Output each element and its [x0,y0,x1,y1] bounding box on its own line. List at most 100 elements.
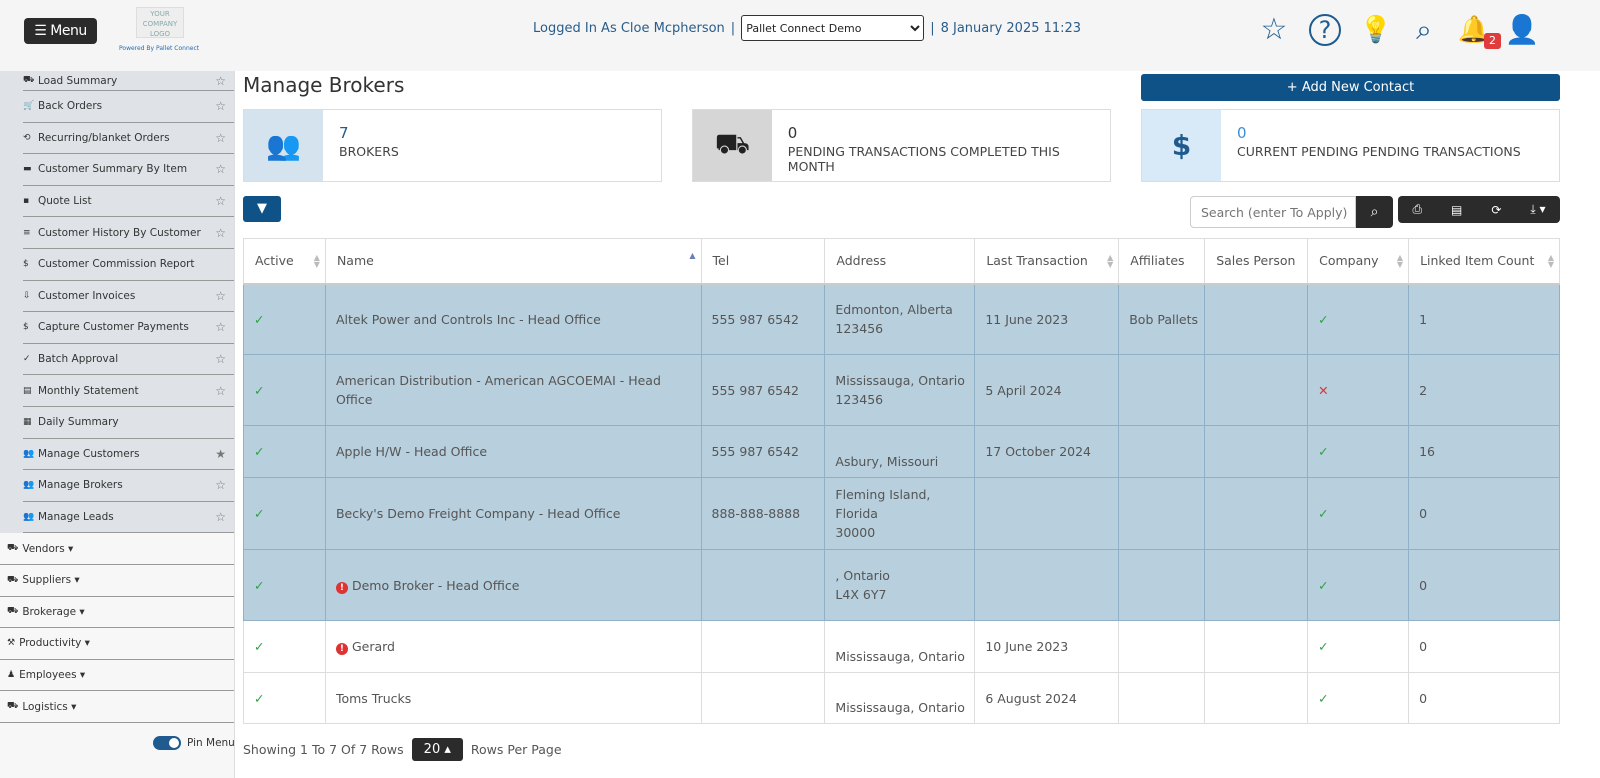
column-header-linked-item-count[interactable]: Linked Item Count ▲ ▼ [1408,238,1560,285]
name-cell[interactable]: Becky's Demo Freight Company - Head Offi… [324,477,702,550]
sidebar-item-manage-customers[interactable]: 👥 Manage Customers ★ [23,439,234,471]
card-label: PENDING TRANSACTIONS COMPLETED THIS MONT… [787,144,1060,174]
name-value[interactable]: Toms Trucks [336,691,411,706]
sidebar-group-logistics[interactable]: ⛟ Logistics ▾ [0,691,234,723]
favorite-star-icon[interactable]: ☆ [215,352,226,366]
name-cell[interactable]: ! Demo Broker - Head Office [324,549,702,621]
name-value[interactable]: American Distribution - American AGCOEMA… [336,373,661,407]
sidebar-group-employees[interactable]: ♟ Employees ▾ [0,659,234,692]
sort-icon[interactable]: ▲ ▼ [1548,254,1554,269]
favorite-star-icon[interactable]: ☆ [215,320,226,334]
table-row[interactable]: ✓ Apple H/W - Head Office 555 987 6542 Asb… [243,425,1560,478]
column-header-name[interactable]: Name ▲ [324,238,702,285]
column-header-affiliates[interactable]: Affiliates [1118,238,1206,285]
favorite-star-icon[interactable]: ☆ [215,74,226,88]
company-cell-value: ✓ [1318,506,1329,521]
table-row[interactable]: ✓! Demo Broker - Head Office , Ontario L4X … [243,549,1560,621]
rows-per-page-select[interactable]: 20 ▴ [411,738,463,761]
sidebar-group-brokerage[interactable]: ⛟ Brokerage ▾ [0,596,234,629]
sidebar-group-label: Suppliers ▾ [22,574,80,587]
sidebar-group-vendors[interactable]: ⛟ Vendors ▾ [0,533,234,565]
sidebar-item-manage-leads[interactable]: 👥 Manage Leads ☆ [23,502,234,534]
sidebar-item-manage-brokers[interactable]: 👥 Manage Brokers ☆ [23,470,234,502]
sidebar-item-back-orders[interactable]: 🛒 Back Orders ☆ [23,91,234,123]
search-input[interactable] [1190,196,1356,228]
address-line-1: , Ontario [835,568,890,583]
name-cell[interactable]: ! Gerard [324,620,702,673]
export-icon[interactable]: ⤓ ▾ [1530,202,1545,217]
sidebar-item-customer-invoices[interactable]: ⇩ Customer Invoices ☆ [23,281,234,313]
name-value[interactable]: Demo Broker - Head Office [352,578,519,593]
sidebar-group-productivity[interactable]: ⚒ Productivity ▾ [0,628,234,660]
name-cell[interactable]: Apple H/W - Head Office [324,425,702,478]
name-value[interactable]: Altek Power and Controls Inc - Head Offi… [336,312,601,327]
name-value[interactable]: Gerard [352,639,395,654]
company-select[interactable]: Pallet Connect Demo [741,15,925,41]
star-icon[interactable]: ☆ [1256,12,1292,48]
sidebar-item-label: Manage Brokers [38,479,123,492]
lightbulb-icon[interactable]: 💡 [1358,12,1394,48]
column-header-sales-person[interactable]: Sales Person [1204,238,1309,285]
address-cell: Fleming Island, Florida 30000 [824,477,976,550]
sidebar-item-batch-approval[interactable]: ✓ Batch Approval ☆ [23,344,234,376]
sort-asc-icon[interactable]: ▲ [689,252,695,260]
sidebar-item-customer-commission-report[interactable]: $ Customer Commission Report [23,249,234,281]
favorite-star-icon[interactable]: ☆ [215,384,226,398]
table-row[interactable]: ✓ Toms Trucks Mississauga, Ontario 6 Augus… [243,672,1560,724]
sort-icon[interactable]: ▲ ▼ [314,254,320,269]
menu-button[interactable]: ☰ Menu [24,18,97,44]
pagination-footer: Showing 1 To 7 Of 7 Rows 20 ▴ Rows Per P… [243,738,562,761]
column-header-active[interactable]: Active ▲ ▼ [243,238,326,285]
active-cell: ✓ [243,672,326,724]
sidebar-item-load-summary[interactable]: ⛟ Load Summary ☆ [23,71,234,91]
column-header-last-transaction[interactable]: Last Transaction ▲ ▼ [974,238,1120,285]
sort-icon[interactable]: ▲ ▼ [1107,254,1113,269]
help-icon[interactable]: ? [1309,14,1341,46]
sidebar-item-customer-summary-by-item[interactable]: ▬ Customer Summary By Item ☆ [23,154,234,186]
table-toolbar: ⎙ ▤ ⟳ ⤓ ▾ [1398,196,1560,223]
name-cell[interactable]: Altek Power and Controls Inc - Head Offi… [324,283,702,355]
favorite-star-icon[interactable]: ☆ [215,478,226,492]
sidebar-item-customer-history-by-customer[interactable]: ≡ Customer History By Customer ☆ [23,217,234,249]
sort-icon[interactable]: ▲ ▼ [1397,254,1403,269]
refresh-icon[interactable]: ⟳ [1491,203,1501,217]
favorite-star-icon[interactable]: ☆ [215,162,226,176]
search-button[interactable]: ⌕ [1356,196,1393,228]
table-row[interactable]: ✓ Altek Power and Controls Inc - Head Off… [243,283,1560,355]
name-cell[interactable]: Toms Trucks [324,672,702,724]
favorite-star-icon[interactable]: ★ [215,447,226,461]
column-header-address[interactable]: Address [824,238,976,285]
print-icon[interactable]: ⎙ [1412,202,1422,217]
sidebar-item-capture-customer-payments[interactable]: $ Capture Customer Payments ☆ [23,312,234,344]
sidebar-item-monthly-statement[interactable]: ▤ Monthly Statement ☆ [23,375,234,407]
table-row[interactable]: ✓! Gerard Mississauga, Ontario 10 June 202… [243,620,1560,673]
favorite-star-icon[interactable]: ☆ [215,194,226,208]
name-value[interactable]: Apple H/W - Head Office [336,444,487,459]
name-value[interactable]: Becky's Demo Freight Company - Head Offi… [336,506,620,521]
group-icon: ⛟ [7,606,19,617]
card-number: 0 [787,124,798,142]
favorite-star-icon[interactable]: ☆ [215,289,226,303]
favorite-star-icon[interactable]: ☆ [215,226,226,240]
column-header-company[interactable]: Company ▲ ▼ [1307,238,1410,285]
search-icon[interactable]: ⌕ [1406,12,1442,48]
table-row[interactable]: ✓ Becky's Demo Freight Company - Head Off… [243,477,1560,550]
column-header-tel[interactable]: Tel [700,238,826,285]
pin-menu[interactable]: Pin Menu [153,736,235,750]
sidebar-group-suppliers[interactable]: ⛟ Suppliers ▾ [0,564,234,597]
favorite-star-icon[interactable]: ☆ [215,510,226,524]
favorite-star-icon[interactable]: ☆ [215,99,226,113]
columns-icon[interactable]: ▤ [1451,203,1462,217]
tel-cell: 555 987 6542 [700,354,826,426]
favorite-star-icon[interactable]: ☆ [215,131,226,145]
filter-button[interactable]: ▼ [243,196,281,222]
sidebar-item-quote-list[interactable]: ▪ Quote List ☆ [23,186,234,218]
add-new-contact-button[interactable]: + Add New Contact [1141,74,1560,101]
sidebar-item-recurring-blanket-orders[interactable]: ⟲ Recurring/blanket Orders ☆ [23,123,234,155]
pin-menu-toggle[interactable] [153,736,181,750]
table-row[interactable]: ✓ American Distribution - American AGCOEM… [243,354,1560,426]
sidebar-item-daily-summary[interactable]: ▦ Daily Summary [23,407,234,439]
user-icon[interactable]: 👤 [1504,12,1540,48]
name-cell[interactable]: American Distribution - American AGCOEMA… [324,354,702,426]
group-icon: ⚒ [7,638,16,649]
